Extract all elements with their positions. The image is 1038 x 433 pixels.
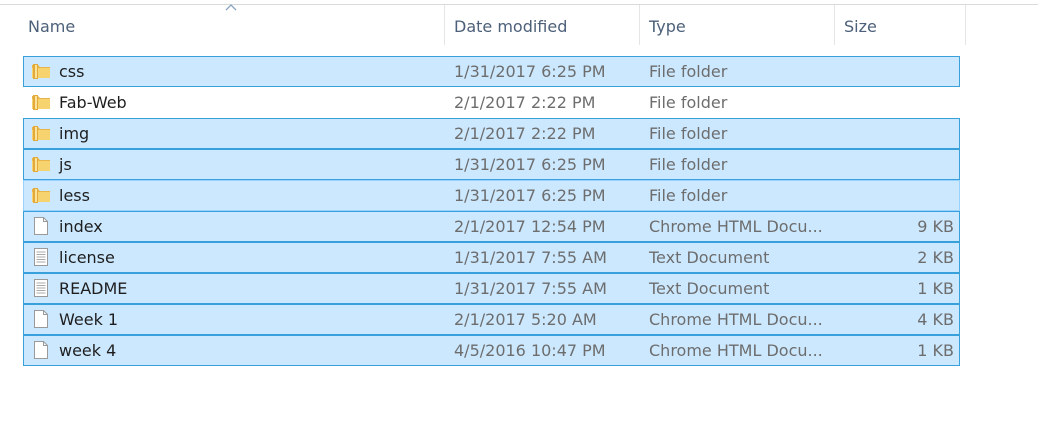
file-date-modified: 4/5/2016 10:47 PM bbox=[454, 341, 606, 360]
file-row[interactable]: css 1/31/2017 6:25 PM File folder bbox=[23, 56, 960, 87]
file-name: img bbox=[59, 124, 90, 143]
file-type: Chrome HTML Docu... bbox=[649, 310, 823, 329]
folder-icon bbox=[31, 154, 51, 174]
file-date-modified: 2/1/2017 2:22 PM bbox=[454, 93, 596, 112]
column-divider[interactable] bbox=[834, 5, 835, 45]
column-header-name[interactable]: Name bbox=[22, 5, 445, 45]
folder-icon bbox=[31, 185, 51, 205]
file-name: README bbox=[59, 279, 128, 298]
file-type: File folder bbox=[649, 93, 728, 112]
column-header-size[interactable]: Size bbox=[838, 5, 966, 45]
file-name: week 4 bbox=[59, 341, 117, 360]
file-row[interactable]: index 2/1/2017 12:54 PM Chrome HTML Docu..… bbox=[23, 211, 960, 242]
folder-icon bbox=[31, 61, 51, 81]
file-row[interactable]: license 1/31/2017 7:55 AM Text Document 2 K… bbox=[23, 242, 960, 273]
column-header-type[interactable]: Type bbox=[643, 5, 835, 45]
column-header-date-label: Date modified bbox=[454, 17, 568, 36]
file-date-modified: 1/31/2017 6:25 PM bbox=[454, 62, 606, 81]
file-date-modified: 2/1/2017 12:54 PM bbox=[454, 217, 606, 236]
text-file-icon bbox=[31, 278, 51, 298]
file-type: Chrome HTML Docu... bbox=[649, 217, 823, 236]
folder-icon bbox=[31, 123, 51, 143]
file-date-modified: 1/31/2017 6:25 PM bbox=[454, 186, 606, 205]
blank-file-icon bbox=[31, 340, 51, 360]
file-date-modified: 1/31/2017 7:55 AM bbox=[454, 279, 607, 298]
column-header-date[interactable]: Date modified bbox=[448, 5, 640, 45]
file-row[interactable]: js 1/31/2017 6:25 PM File folder bbox=[23, 149, 960, 180]
file-size: 9 KB bbox=[917, 217, 954, 236]
column-header-size-label: Size bbox=[844, 17, 877, 36]
file-name: less bbox=[59, 186, 90, 205]
file-type: File folder bbox=[649, 155, 728, 174]
text-file-icon bbox=[31, 247, 51, 267]
file-type: File folder bbox=[649, 124, 728, 143]
column-header: Name Date modified Type Size bbox=[22, 5, 967, 45]
file-type: Chrome HTML Docu... bbox=[649, 341, 823, 360]
file-row[interactable]: week 4 4/5/2016 10:47 PM Chrome HTML Docu.… bbox=[23, 335, 960, 366]
blank-file-icon bbox=[31, 309, 51, 329]
file-row[interactable]: Fab-Web 2/1/2017 2:22 PM File folder bbox=[23, 87, 960, 118]
file-type: File folder bbox=[649, 186, 728, 205]
column-divider[interactable] bbox=[965, 5, 966, 45]
file-name: Fab-Web bbox=[59, 93, 127, 112]
file-date-modified: 1/31/2017 7:55 AM bbox=[454, 248, 607, 267]
file-name: index bbox=[59, 217, 103, 236]
file-row[interactable]: Week 1 2/1/2017 5:20 AM Chrome HTML Docu..… bbox=[23, 304, 960, 335]
file-date-modified: 2/1/2017 2:22 PM bbox=[454, 124, 596, 143]
file-size: 2 KB bbox=[917, 248, 954, 267]
file-date-modified: 2/1/2017 5:20 AM bbox=[454, 310, 597, 329]
file-row[interactable]: less 1/31/2017 6:25 PM File folder bbox=[23, 180, 960, 211]
column-divider[interactable] bbox=[639, 5, 640, 45]
file-name: js bbox=[59, 155, 72, 174]
file-size: 1 KB bbox=[917, 279, 954, 298]
file-type: File folder bbox=[649, 62, 728, 81]
file-row[interactable]: img 2/1/2017 2:22 PM File folder bbox=[23, 118, 960, 149]
column-header-type-label: Type bbox=[649, 17, 686, 36]
file-row[interactable]: README 1/31/2017 7:55 AM Text Document 1 KB bbox=[23, 273, 960, 304]
file-name: Week 1 bbox=[59, 310, 119, 329]
file-type: Text Document bbox=[649, 279, 770, 298]
file-list: css 1/31/2017 6:25 PM File folder Fab-Web 2/… bbox=[23, 56, 960, 366]
file-type: Text Document bbox=[649, 248, 770, 267]
folder-icon bbox=[31, 92, 51, 112]
file-name: css bbox=[59, 62, 85, 81]
column-header-name-label: Name bbox=[28, 17, 76, 36]
blank-file-icon bbox=[31, 216, 51, 236]
column-divider[interactable] bbox=[444, 5, 445, 45]
file-size: 1 KB bbox=[917, 341, 954, 360]
file-date-modified: 1/31/2017 6:25 PM bbox=[454, 155, 606, 174]
file-size: 4 KB bbox=[917, 310, 954, 329]
file-name: license bbox=[59, 248, 115, 267]
